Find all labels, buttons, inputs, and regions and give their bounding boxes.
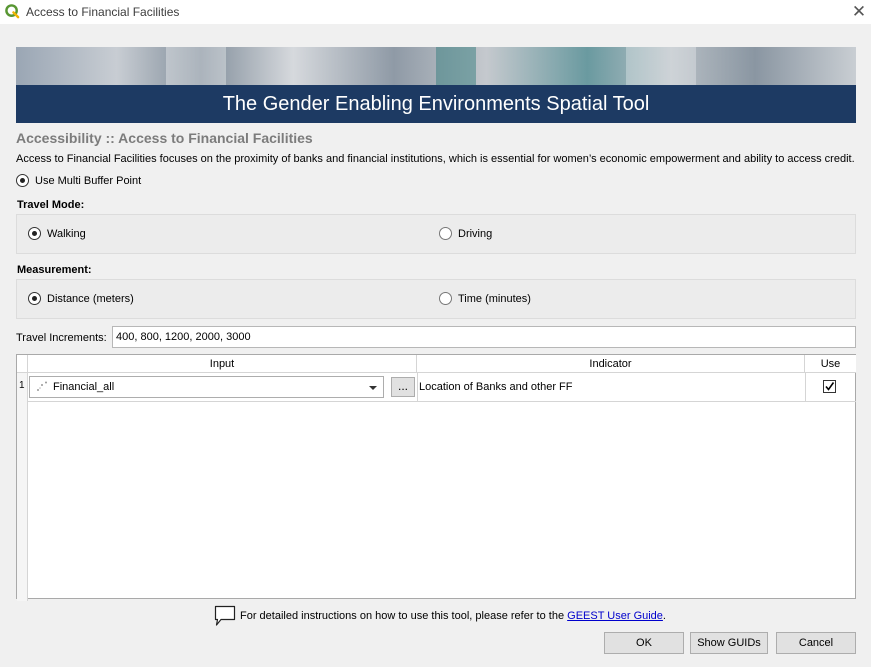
help-text-before: For detailed instructions on how to use …	[240, 610, 568, 622]
window-title: Access to Financial Facilities	[26, 5, 180, 19]
banner-photo-detail	[166, 47, 226, 87]
header-indicator[interactable]: Indicator	[417, 355, 805, 373]
banner-title: The Gender Enabling Environments Spatial…	[222, 93, 650, 115]
cancel-button[interactable]: Cancel	[776, 632, 856, 654]
walking-radio[interactable]	[28, 227, 41, 240]
multi-buffer-label: Use Multi Buffer Point	[35, 175, 142, 187]
multi-buffer-radio[interactable]	[16, 174, 29, 187]
use-checkbox[interactable]	[823, 380, 836, 393]
header-use[interactable]: Use	[805, 355, 856, 373]
speech-bubble-icon	[214, 605, 236, 626]
walking-label: Walking	[47, 228, 86, 240]
qgis-icon	[5, 4, 20, 19]
time-label: Time (minutes)	[458, 293, 531, 305]
travel-mode-label: Travel Mode:	[17, 199, 85, 211]
title-bar: Access to Financial Facilities ✕	[0, 0, 871, 24]
driving-radio[interactable]	[439, 227, 452, 240]
point-layer-icon	[37, 381, 47, 391]
input-table: Input Indicator Use 1 Financial_all ... …	[16, 354, 856, 601]
measurement-group	[16, 279, 856, 319]
close-icon[interactable]: ✕	[848, 2, 870, 22]
show-guids-button[interactable]: Show GUIDs	[690, 632, 768, 654]
row-header-column	[17, 373, 28, 601]
banner-photo-detail	[626, 47, 696, 87]
distance-radio[interactable]	[28, 292, 41, 305]
distance-label: Distance (meters)	[47, 293, 134, 305]
ok-button[interactable]: OK	[604, 632, 684, 654]
banner-photo-detail	[436, 47, 476, 87]
column-divider	[805, 373, 806, 401]
travel-increments-label: Travel Increments:	[16, 332, 107, 344]
driving-label: Driving	[458, 228, 493, 240]
checkmark-icon	[825, 382, 835, 391]
travel-mode-group	[16, 214, 856, 254]
page-heading: Accessibility :: Access to Financial Fac…	[16, 130, 313, 146]
time-radio[interactable]	[439, 292, 452, 305]
header-banner: The Gender Enabling Environments Spatial…	[16, 47, 856, 123]
input-layer-value: Financial_all	[53, 381, 115, 393]
measurement-label: Measurement:	[17, 264, 92, 276]
help-text-after: .	[662, 610, 666, 622]
row-number[interactable]: 1	[19, 380, 25, 391]
input-layer-dropdown[interactable]: Financial_all	[29, 376, 384, 398]
description-text: Access to Financial Facilities focuses o…	[16, 153, 855, 165]
header-input[interactable]: Input	[28, 355, 417, 373]
indicator-cell: Location of Banks and other FF	[419, 381, 573, 393]
help-text: For detailed instructions on how to use …	[240, 610, 666, 622]
browse-button[interactable]: ...	[391, 377, 415, 397]
chevron-down-icon[interactable]	[369, 386, 377, 390]
row-divider	[28, 401, 856, 402]
column-divider	[417, 373, 418, 401]
table-corner	[17, 355, 28, 373]
user-guide-link[interactable]: GEEST User Guide	[567, 610, 663, 622]
travel-increments-input[interactable]: 400, 800, 1200, 2000, 3000	[112, 326, 856, 348]
